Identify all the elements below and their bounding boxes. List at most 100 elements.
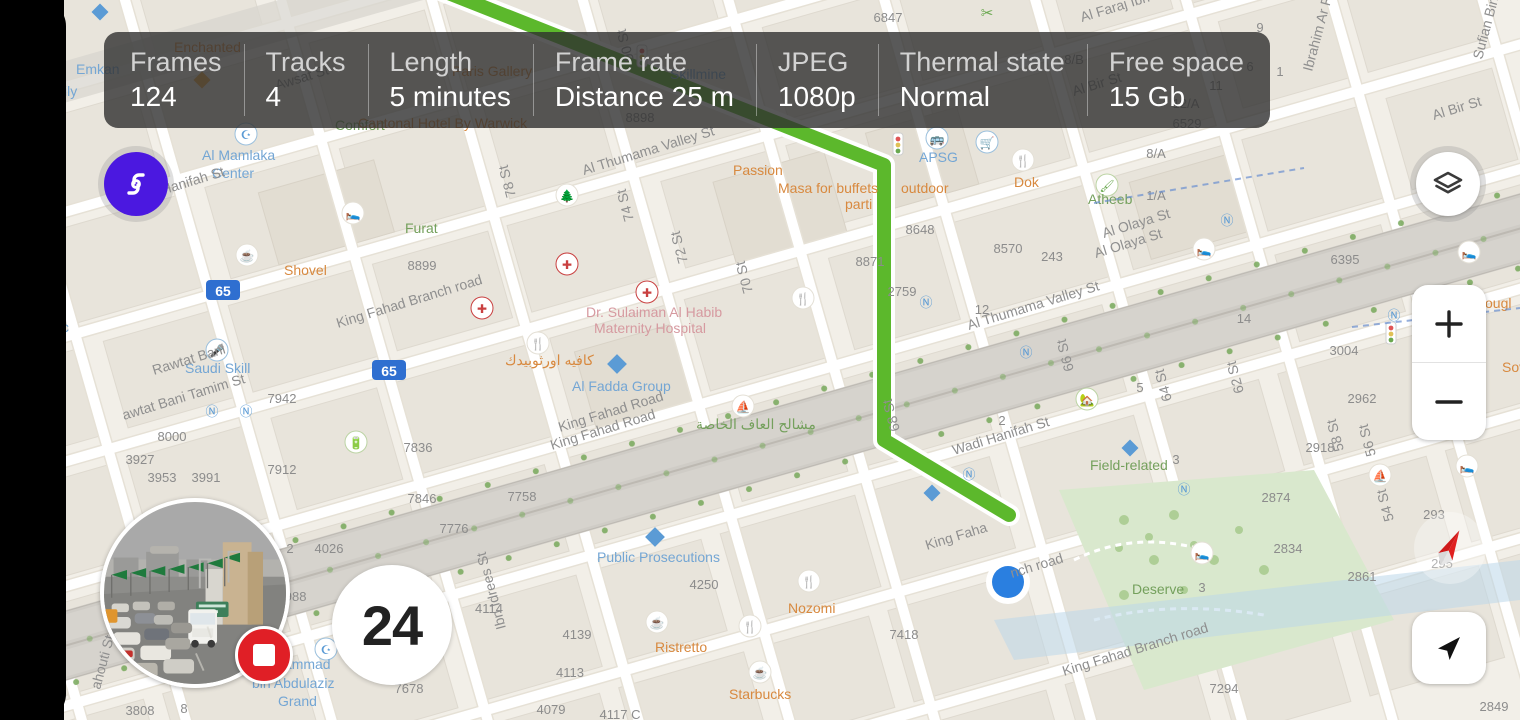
svg-text:7836: 7836 [404,440,433,455]
svg-text:☕: ☕ [753,665,768,680]
stat-frame-rate: Frame rate Distance 25 m [532,32,756,128]
svg-text:✂: ✂ [981,5,994,22]
svg-text:Ⓝ: Ⓝ [205,404,218,419]
svg-text:8648: 8648 [906,222,935,237]
svg-text:6847: 6847 [874,10,903,25]
svg-text:3991: 3991 [192,470,221,485]
svg-text:8: 8 [180,701,187,716]
svg-text:🛌: 🛌 [1197,243,1212,257]
svg-text:🍴: 🍴 [802,575,817,589]
zoom-out-button[interactable] [1412,362,1486,440]
locate-me-button[interactable] [1412,612,1486,684]
svg-text:☪: ☪ [241,128,252,142]
svg-text:Passion: Passion [733,162,783,178]
svg-text:🛌: 🛌 [1195,547,1210,561]
svg-text:☪: ☪ [321,643,332,657]
compass-button[interactable] [1414,512,1486,584]
svg-text:Ⓝ: Ⓝ [919,295,932,310]
svg-text:3927: 3927 [126,452,155,467]
route-mode-button[interactable] [104,152,168,216]
stop-square-icon [253,644,275,666]
svg-text:4117 C: 4117 C [600,707,641,720]
svg-text:65: 65 [381,363,397,379]
svg-text:🍴: 🍴 [743,620,758,634]
svg-text:APSG: APSG [919,149,958,165]
svg-text:🏡: 🏡 [1080,393,1095,407]
svg-text:✚: ✚ [562,258,572,272]
svg-text:☕: ☕ [650,615,665,630]
svg-text:4026: 4026 [315,541,344,556]
frame-counter-value: 24 [361,593,423,657]
svg-text:Ⓝ: Ⓝ [1019,345,1032,360]
svg-text:7758: 7758 [508,489,537,504]
svg-text:Field-related: Field-related [1090,457,1168,473]
svg-text:Shovel: Shovel [284,262,327,278]
svg-text:3004: 3004 [1330,343,1359,358]
map-layers-button[interactable] [1416,152,1480,216]
svg-text:parti: parti [845,196,872,212]
svg-text:🛌: 🛌 [346,207,361,221]
svg-text:2861: 2861 [1348,569,1377,584]
svg-text:🛌: 🛌 [1462,246,1477,260]
svg-text:Maternity Hospital: Maternity Hospital [594,320,706,336]
svg-text:⛵: ⛵ [736,400,751,414]
svg-text:7776: 7776 [440,521,469,536]
svg-text:1/A: 1/A [1146,188,1166,203]
svg-text:8570: 8570 [994,241,1023,256]
stop-recording-button[interactable] [235,626,293,684]
svg-text:✚: ✚ [477,302,487,316]
svg-text:🍴: 🍴 [531,337,546,351]
svg-text:7912: 7912 [268,462,297,477]
svg-text:Starbucks: Starbucks [729,686,791,702]
svg-text:Ⓝ: Ⓝ [962,467,975,482]
svg-text:4079: 4079 [537,702,566,717]
svg-text:Atheeb: Atheeb [1088,191,1133,207]
svg-text:مشالح العاف الخاصة: مشالح العاف الخاصة [696,416,816,433]
svg-text:8000: 8000 [158,429,187,444]
svg-text:243: 243 [1041,249,1063,264]
svg-text:🛒: 🛒 [980,136,995,150]
svg-text:3: 3 [1198,580,1205,595]
svg-text:☕: ☕ [240,248,255,263]
zoom-in-button[interactable] [1412,285,1486,362]
app-root: .bld { fill:#e8e4db; stroke:#ded9cf; str… [0,0,1520,720]
svg-text:2759: 2759 [888,284,917,299]
stat-tracks: Tracks 4 [243,32,368,128]
svg-text:5: 5 [1136,380,1143,395]
svg-text:Grand: Grand [278,693,317,709]
stat-value: 124 [130,81,177,112]
stat-label: Frame rate [554,47,687,77]
svg-text:6395: 6395 [1331,252,1360,267]
route-curve-icon [127,173,145,195]
svg-text:🍴: 🍴 [796,292,811,306]
svg-text:Dok: Dok [1014,174,1040,190]
svg-text:12: 12 [975,302,989,317]
svg-text:🚌: 🚌 [930,132,945,146]
svg-text:4250: 4250 [690,577,719,592]
svg-text:7294: 7294 [1210,681,1239,696]
svg-text:8/A: 8/A [1146,146,1166,161]
stat-thermal-state: Thermal state Normal [877,32,1087,128]
svg-text:Furat: Furat [405,220,438,236]
stat-value: 4 [265,81,282,112]
stat-label: Frames [130,47,222,77]
stat-label: Thermal state [899,47,1065,77]
zoom-controls[interactable] [1412,285,1486,440]
svg-text:2834: 2834 [1274,541,1303,556]
stat-label: JPEG [777,47,849,77]
svg-text:Ⓝ: Ⓝ [1220,213,1233,228]
svg-text:14: 14 [1237,311,1251,326]
stat-label: Tracks [265,47,346,77]
svg-text:8899: 8899 [408,258,437,273]
svg-text:8871: 8871 [856,254,885,269]
svg-text:7942: 7942 [268,391,297,406]
svg-text:2962: 2962 [1348,391,1377,406]
frame-counter-badge[interactable]: 24 [332,565,452,685]
svg-text:Nozomi: Nozomi [788,600,835,616]
svg-text:2: 2 [998,413,1005,428]
svg-text:4113: 4113 [556,665,584,680]
svg-text:✚: ✚ [642,286,652,300]
svg-text:Al Mamlaka: Al Mamlaka [202,147,275,163]
stat-value: 5 minutes [389,81,511,112]
stat-value: Distance 25 m [554,81,734,112]
